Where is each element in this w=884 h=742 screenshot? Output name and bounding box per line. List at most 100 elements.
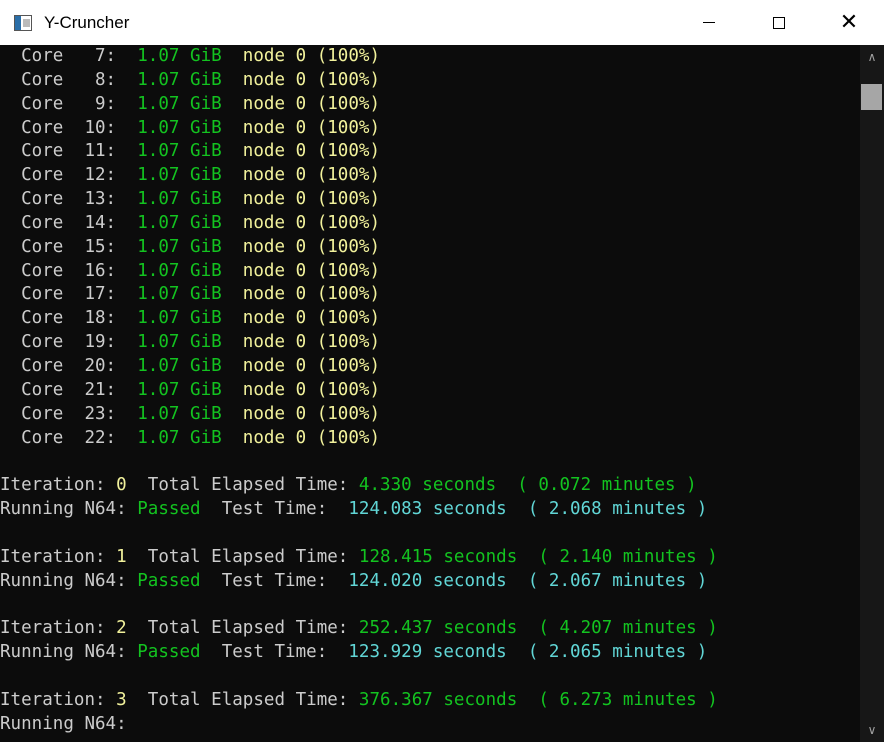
iteration-label: Iteration: xyxy=(0,689,117,710)
core-label: Core 7: xyxy=(0,46,138,66)
core-line: Core 16: 1.07 GiB node 0 (100%) xyxy=(0,260,860,284)
core-memory: 1.07 GiB xyxy=(137,236,222,257)
minimize-icon xyxy=(703,22,715,23)
test-status: Passed xyxy=(137,499,201,520)
core-node: node 0 (100%) xyxy=(221,355,381,376)
window-controls: ✕ xyxy=(674,0,884,45)
scroll-down-icon[interactable]: ∨ xyxy=(860,718,884,742)
minimize-button[interactable] xyxy=(674,0,744,45)
core-label: Core 21: xyxy=(0,379,138,400)
test-time: 124.083 seconds ( 2.068 minutes ) xyxy=(348,499,708,520)
vertical-scrollbar[interactable]: ∧ ∨ xyxy=(860,45,884,742)
core-line: Core 15: 1.07 GiB node 0 (100%) xyxy=(0,236,860,260)
console-app-icon xyxy=(14,14,32,31)
core-line: Core 7: 1.07 GiB node 0 (100%) xyxy=(0,45,860,69)
window-title: Y-Cruncher xyxy=(44,12,130,32)
test-status: Passed xyxy=(137,570,201,591)
core-node: node 0 (100%) xyxy=(221,284,381,305)
maximize-icon xyxy=(773,16,785,29)
core-line: Core 11: 1.07 GiB node 0 (100%) xyxy=(0,140,860,164)
elapsed-time: 4.330 seconds ( 0.072 minutes ) xyxy=(358,475,697,496)
maximize-button[interactable] xyxy=(744,0,814,45)
core-memory: 1.07 GiB xyxy=(137,189,222,210)
iteration-number: 1 xyxy=(116,546,127,567)
core-node: node 0 (100%) xyxy=(221,427,381,448)
close-icon: ✕ xyxy=(839,10,859,35)
core-label: Core 14: xyxy=(0,212,138,233)
console-output[interactable]: Core 7: 1.07 GiB node 0 (100%) Core 8: 1… xyxy=(0,45,860,742)
core-line: Core 14: 1.07 GiB node 0 (100%) xyxy=(0,212,860,236)
core-node: node 0 (100%) xyxy=(221,236,381,257)
test-time: 123.929 seconds ( 2.065 minutes ) xyxy=(348,642,708,663)
core-memory: 1.07 GiB xyxy=(137,117,222,138)
core-label: Core 18: xyxy=(0,308,138,329)
scroll-thumb[interactable] xyxy=(861,84,882,110)
core-node: node 0 (100%) xyxy=(221,260,381,281)
core-line: Core 20: 1.07 GiB node 0 (100%) xyxy=(0,355,860,379)
iteration-line: Iteration: 0 Total Elapsed Time: 4.330 s… xyxy=(0,474,860,498)
core-memory: 1.07 GiB xyxy=(137,93,222,114)
core-label: Core 13: xyxy=(0,189,138,210)
core-line: Core 9: 1.07 GiB node 0 (100%) xyxy=(0,93,860,117)
core-label: Core 9: xyxy=(0,93,138,114)
running-label: Running N64: xyxy=(0,499,138,520)
core-memory: 1.07 GiB xyxy=(137,212,222,233)
iteration-label: Iteration: xyxy=(0,546,117,567)
core-label: Core 20: xyxy=(0,355,138,376)
iteration-label: Iteration: xyxy=(0,618,117,639)
running-label: Running N64: xyxy=(0,713,127,734)
core-node: node 0 (100%) xyxy=(221,403,381,424)
core-node: node 0 (100%) xyxy=(221,308,381,329)
core-line: Core 19: 1.07 GiB node 0 (100%) xyxy=(0,331,860,355)
close-button[interactable]: ✕ xyxy=(814,0,884,45)
test-time-label: Test Time: xyxy=(200,642,349,663)
elapsed-label: Total Elapsed Time: xyxy=(126,546,359,567)
core-node: node 0 (100%) xyxy=(221,165,381,186)
core-label: Core 23: xyxy=(0,403,138,424)
core-node: node 0 (100%) xyxy=(221,69,381,90)
scroll-up-icon[interactable]: ∧ xyxy=(860,45,884,69)
iteration-label: Iteration: xyxy=(0,475,117,496)
title-bar[interactable]: Y-Cruncher ✕ xyxy=(0,0,884,45)
iteration-line: Iteration: 2 Total Elapsed Time: 252.437… xyxy=(0,617,860,641)
core-node: node 0 (100%) xyxy=(221,117,381,138)
core-line: Core 22: 1.07 GiB node 0 (100%) xyxy=(0,427,860,451)
core-node: node 0 (100%) xyxy=(221,189,381,210)
core-memory: 1.07 GiB xyxy=(137,379,222,400)
core-memory: 1.07 GiB xyxy=(137,427,222,448)
iteration-number: 2 xyxy=(116,618,127,639)
iteration-number: 3 xyxy=(116,689,127,710)
core-node: node 0 (100%) xyxy=(221,379,381,400)
core-memory: 1.07 GiB xyxy=(137,332,222,353)
test-line: Running N64: xyxy=(0,713,860,737)
test-line: Running N64: Passed Test Time: 124.020 s… xyxy=(0,570,860,594)
core-label: Core 11: xyxy=(0,141,138,162)
core-line: Core 17: 1.07 GiB node 0 (100%) xyxy=(0,283,860,307)
core-memory: 1.07 GiB xyxy=(137,141,222,162)
elapsed-time: 252.437 seconds ( 4.207 minutes ) xyxy=(358,618,718,639)
core-label: Core 16: xyxy=(0,260,138,281)
elapsed-time: 376.367 seconds ( 6.273 minutes ) xyxy=(358,689,718,710)
core-memory: 1.07 GiB xyxy=(137,403,222,424)
core-node: node 0 (100%) xyxy=(221,141,381,162)
core-line: Core 10: 1.07 GiB node 0 (100%) xyxy=(0,117,860,141)
elapsed-label: Total Elapsed Time: xyxy=(126,689,359,710)
core-line: Core 13: 1.07 GiB node 0 (100%) xyxy=(0,188,860,212)
running-label: Running N64: xyxy=(0,642,138,663)
core-node: node 0 (100%) xyxy=(221,332,381,353)
elapsed-label: Total Elapsed Time: xyxy=(126,475,359,496)
core-memory: 1.07 GiB xyxy=(137,69,222,90)
test-time-label: Test Time: xyxy=(200,499,349,520)
elapsed-label: Total Elapsed Time: xyxy=(126,618,359,639)
core-memory: 1.07 GiB xyxy=(137,260,222,281)
core-label: Core 8: xyxy=(0,69,138,90)
iteration-number: 0 xyxy=(116,475,127,496)
core-memory: 1.07 GiB xyxy=(137,308,222,329)
core-memory: 1.07 GiB xyxy=(137,46,222,66)
test-time-label: Test Time: xyxy=(200,570,349,591)
core-label: Core 17: xyxy=(0,284,138,305)
test-status: Passed xyxy=(137,642,201,663)
